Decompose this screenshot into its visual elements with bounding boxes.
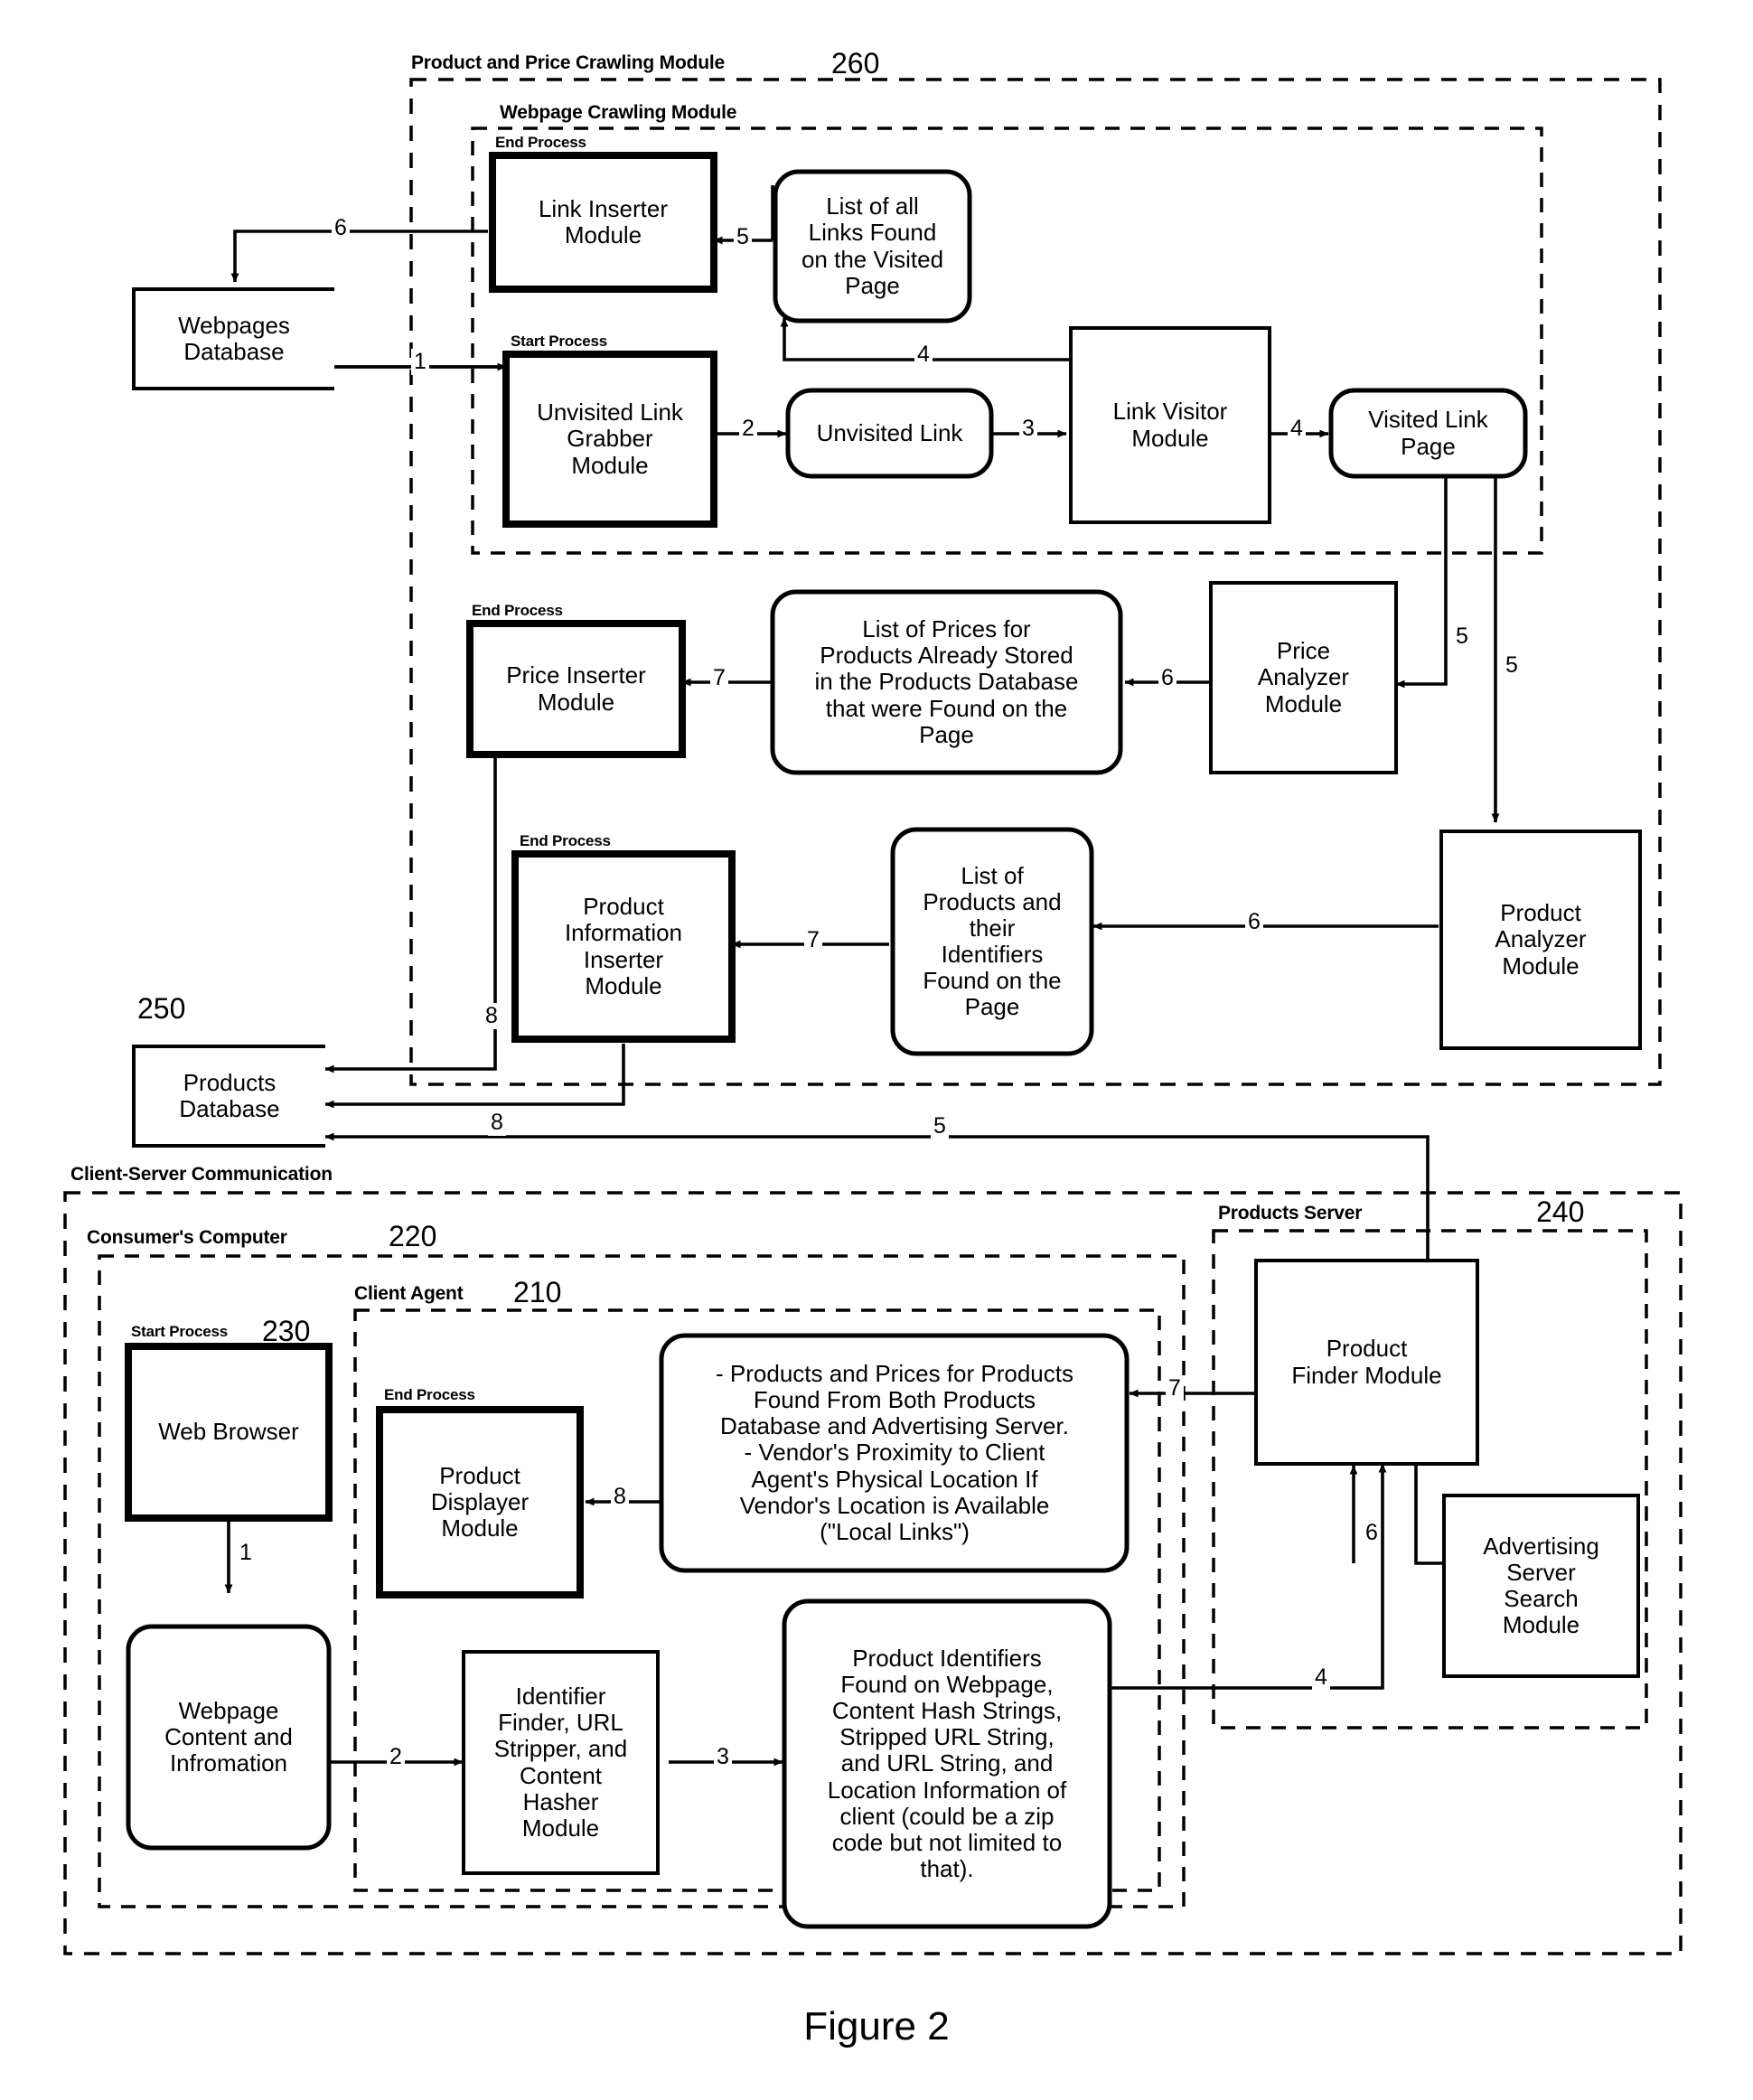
ref-230: 230 [262,1315,311,1347]
flow-label-6-product-analyzer-out: 6 [1245,909,1263,935]
node-prod-identifiers [782,1598,1112,1929]
flow-label-3-identifier-finder: 3 [714,1744,732,1770]
node-identifier-finder [462,1650,660,1875]
flow-label-5-product-finder: 5 [931,1113,949,1139]
flow-label-2-webpage-content: 2 [387,1744,405,1770]
flow-label-3-unvisited-link: 3 [1019,416,1037,442]
diagram-canvas: Product and Price Crawling Module 260 We… [0,0,1753,2100]
node-ad-server-search [1442,1494,1640,1678]
tag-start-process-grabber: Start Process [511,333,608,350]
node-link-inserter [489,152,717,293]
flow-label-4-link-visitor: 4 [1288,416,1306,442]
flow-label-7-results: 7 [1166,1375,1184,1402]
flow-label-7-price-list: 7 [710,665,728,691]
node-product-analyzer [1439,830,1642,1050]
label-client-server: Client-Server Communication [70,1164,333,1185]
tag-end-process-prod-info: End Process [520,832,611,849]
node-price-analyzer [1209,581,1398,774]
node-web-browser [125,1343,333,1522]
flow-label-4-back-to-links: 4 [914,342,933,368]
label-consumers-computer: Consumer's Computer [87,1227,287,1248]
label-webpage-crawling: Webpage Crawling Module [500,102,737,123]
node-prod-list [890,827,1094,1056]
flow-label-7-prod-list: 7 [804,927,822,953]
flow-label-6-price-analyzer-out: 6 [1158,665,1176,691]
tag-end-process-link-inserter: End Process [495,134,586,151]
flow-label-8-prod-info-inserter: 8 [488,1110,506,1136]
node-unvisited-grabber [502,351,717,528]
figure-caption: Figure 2 [803,2004,950,2048]
node-visited-link-page [1328,388,1528,479]
node-prod-info-inserter [511,850,736,1043]
node-webpage-content [126,1624,332,1851]
node-product-displayer [376,1406,584,1598]
flow-label-5-price-analyzer: 5 [1453,623,1471,650]
flow-label-6-link-inserter: 6 [332,215,350,241]
label-crawling-module: Product and Price Crawling Module [411,52,725,73]
flow-label-1-web-browser: 1 [237,1540,255,1566]
node-webpages-db [132,287,334,390]
node-link-visitor [1069,326,1271,524]
flow-label-5-product-analyzer: 5 [1503,652,1521,679]
node-results-note [659,1333,1130,1573]
node-products-db [132,1045,325,1148]
node-price-list [770,589,1123,775]
flow-label-8-results-note: 8 [611,1484,629,1510]
ref-210: 210 [513,1276,562,1308]
ref-220: 220 [389,1220,437,1252]
node-price-inserter [466,620,686,758]
tag-end-process-price-inserter: End Process [472,602,563,619]
label-products-server: Products Server [1218,1203,1363,1223]
ref-250: 250 [137,992,186,1025]
flow-label-4-prod-identifiers: 4 [1312,1664,1330,1691]
flow-label-2-grabber: 2 [739,416,757,442]
tag-start-process-browser: Start Process [131,1323,229,1340]
ref-240: 240 [1536,1195,1585,1228]
tag-end-process-displayer: End Process [384,1386,475,1403]
node-product-finder [1254,1259,1479,1466]
flow-label-1-webpages-db: 1 [411,349,429,375]
node-unvisited-link [785,388,994,479]
flow-label-5-links-found: 5 [734,224,752,250]
flow-label-8-price-inserter: 8 [483,1003,501,1029]
flow-label-6-ad-server: 6 [1363,1520,1381,1546]
ref-260: 260 [831,47,880,80]
label-client-agent: Client Agent [354,1283,464,1304]
node-links-found [773,169,972,323]
